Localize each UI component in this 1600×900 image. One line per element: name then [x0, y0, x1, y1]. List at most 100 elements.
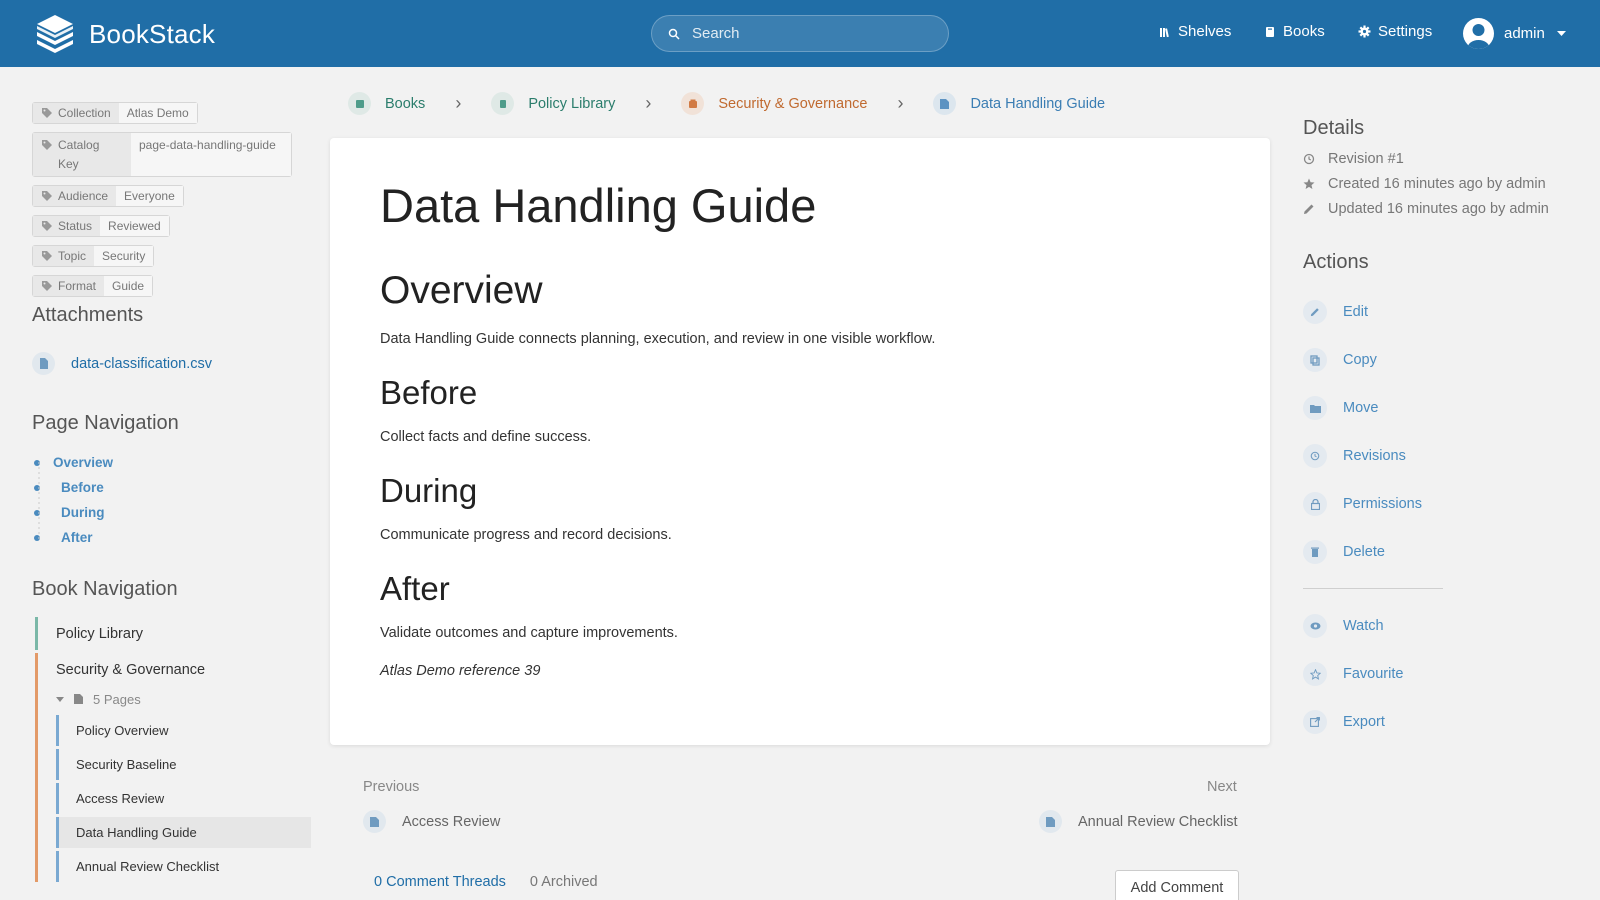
shelves-icon: [1160, 27, 1169, 37]
book-nav-book[interactable]: Policy Library: [35, 617, 311, 650]
heading-overview: Overview: [380, 268, 543, 312]
page-nav-item[interactable]: Before: [34, 475, 113, 500]
page-icon: [363, 810, 386, 833]
tag-icon: [42, 108, 52, 118]
app-logo[interactable]: BookStack: [33, 14, 215, 54]
breadcrumb-books[interactable]: Books: [348, 92, 425, 115]
page-nav-item[interactable]: Overview: [34, 450, 113, 475]
caret-down-icon: [1556, 30, 1566, 36]
comment-tabs: 0 Comment Threads 0 Archived: [374, 874, 598, 890]
details-heading: Details: [1303, 117, 1365, 139]
actions-heading: Actions: [1303, 251, 1369, 273]
nav-shelves[interactable]: Shelves: [1159, 23, 1231, 40]
page-content: Data Handling Guide Overview Data Handli…: [330, 138, 1270, 745]
star-icon: [1303, 662, 1327, 686]
breadcrumb-book[interactable]: Policy Library: [491, 92, 615, 115]
tab-archived[interactable]: 0 Archived: [530, 874, 598, 890]
tag[interactable]: Catalog Key page-data-handling-guide: [32, 132, 292, 177]
watch-label: Watch: [1343, 618, 1384, 634]
attachment-item[interactable]: data-classification.csv: [32, 352, 212, 375]
delete-button[interactable]: Delete: [1303, 540, 1385, 564]
tag-value: Security: [94, 246, 154, 266]
user-menu[interactable]: admin: [1463, 18, 1566, 49]
book-icon: [491, 92, 515, 115]
edit-button[interactable]: Edit: [1303, 300, 1368, 324]
books-icon: [348, 92, 371, 115]
favourite-label: Favourite: [1343, 666, 1404, 682]
tag[interactable]: Audience Everyone: [32, 185, 184, 207]
breadcrumb-page[interactable]: Data Handling Guide: [933, 92, 1105, 115]
file-icon: [32, 352, 55, 375]
page-nav-label: After: [61, 530, 93, 545]
book-nav-page-current[interactable]: Data Handling Guide: [56, 817, 311, 848]
star-icon: [1303, 178, 1315, 189]
nav-settings-label: Settings: [1378, 23, 1433, 40]
search-icon: [668, 28, 680, 40]
tag[interactable]: Format Guide: [32, 275, 154, 297]
user-icon: [1467, 24, 1490, 49]
pencil-icon: [1303, 300, 1327, 324]
book-nav-page[interactable]: Security Baseline: [56, 749, 311, 780]
divider: [1303, 588, 1443, 589]
breadcrumb-label: Policy Library: [528, 95, 616, 112]
page-navigation: Overview Before During After: [34, 450, 113, 550]
breadcrumb-chapter[interactable]: Security & Governance: [681, 92, 867, 115]
tag-value: Everyone: [116, 186, 183, 206]
export-button[interactable]: Export: [1303, 710, 1385, 734]
page-nav-line: [38, 462, 40, 542]
pages-toggle[interactable]: 5 Pages: [56, 686, 311, 712]
tag-key: Catalog Key: [58, 138, 100, 171]
book-nav-page[interactable]: Annual Review Checklist: [56, 851, 311, 882]
tag[interactable]: Collection Atlas Demo: [32, 102, 198, 124]
top-header: BookStack Shelves Books Settings admin: [0, 0, 1600, 67]
pages-count: 5 Pages: [93, 691, 141, 707]
avatar: [1463, 18, 1494, 49]
chevron-right-icon: ›: [645, 93, 652, 113]
book-nav-page[interactable]: Access Review: [56, 783, 311, 814]
created-text: Created 16 minutes ago by admin: [1328, 176, 1546, 192]
move-button[interactable]: Move: [1303, 396, 1378, 420]
add-comment-button[interactable]: Add Comment: [1115, 870, 1239, 900]
heading-before: Before: [380, 373, 478, 411]
tag[interactable]: Status Reviewed: [32, 215, 170, 237]
watch-button[interactable]: Watch: [1303, 614, 1384, 638]
move-label: Move: [1343, 400, 1379, 416]
edit-label: Edit: [1343, 304, 1368, 320]
caret-down-icon: [56, 696, 64, 702]
page-nav-item[interactable]: During: [34, 500, 113, 525]
next-page-title: Annual Review Checklist: [1078, 813, 1238, 830]
tag-icon: [42, 251, 52, 261]
search-input[interactable]: [692, 25, 932, 42]
permissions-button[interactable]: Permissions: [1303, 492, 1422, 516]
search-bar[interactable]: [651, 15, 949, 52]
copy-button[interactable]: Copy: [1303, 348, 1377, 372]
book-nav-page[interactable]: Policy Overview: [56, 715, 311, 746]
tag-icon: [42, 140, 52, 150]
next-page-link[interactable]: Annual Review Checklist: [1039, 810, 1238, 833]
book-navigation: Policy Library Security & Governance 5 P…: [35, 617, 311, 882]
page-nav-item[interactable]: After: [34, 525, 113, 550]
breadcrumb-label: Security & Governance: [718, 95, 868, 112]
reference-note: Atlas Demo reference 39: [380, 663, 541, 680]
book-nav-chapter-title[interactable]: Security & Governance: [56, 653, 311, 686]
bookstack-logo-icon: [37, 15, 73, 53]
chevron-right-icon: ›: [897, 93, 904, 113]
permissions-label: Permissions: [1343, 496, 1422, 512]
pencil-icon: [1304, 204, 1314, 214]
revisions-button[interactable]: Revisions: [1303, 444, 1406, 468]
updated-text: Updated 16 minutes ago by admin: [1328, 201, 1549, 217]
heading-after: After: [380, 570, 450, 608]
nav-settings[interactable]: Settings: [1358, 23, 1432, 40]
tag-value: Guide: [104, 276, 153, 296]
favourite-button[interactable]: Favourite: [1303, 662, 1403, 686]
nav-books[interactable]: Books: [1264, 23, 1325, 40]
heading-during: During: [380, 471, 478, 509]
tag-key: Format: [58, 279, 97, 293]
tab-comment-threads[interactable]: 0 Comment Threads: [374, 874, 506, 890]
detail-revision: Revision #1: [1303, 151, 1404, 167]
page-icon: [1039, 810, 1062, 833]
history-icon: [1303, 153, 1315, 165]
page-icon: [74, 694, 83, 704]
previous-page-link[interactable]: Access Review: [363, 810, 500, 833]
tag[interactable]: Topic Security: [32, 245, 155, 267]
